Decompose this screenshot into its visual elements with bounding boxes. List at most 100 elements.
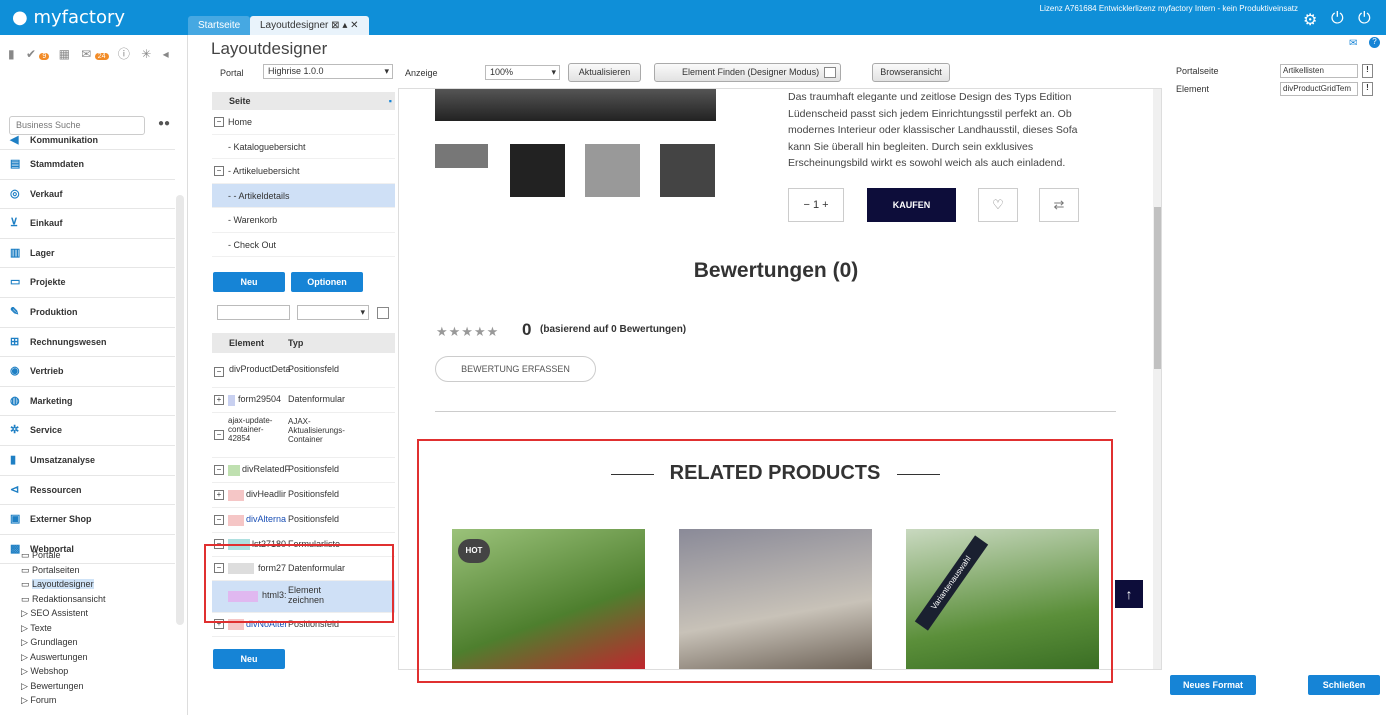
filter-select[interactable]: ▾ (297, 305, 369, 320)
submenu-auswertungen[interactable]: ▷ Auswertungen (21, 650, 181, 665)
element-finden-button[interactable]: Element Finden (Designer Modus) (654, 63, 841, 82)
portalseite-info-icon[interactable]: ! (1362, 64, 1373, 78)
tree-row[interactable]: - Kataloguebersicht (212, 135, 395, 159)
quantity-stepper[interactable]: − 1 + (788, 188, 844, 222)
chat-icon[interactable]: ✉ (81, 47, 91, 61)
sidebar-item-stammdaten[interactable]: ▤ Stammdaten (0, 150, 175, 180)
sidebar-item-kommunikation[interactable]: ◀ Kommunikation (0, 130, 175, 150)
star-icon[interactable]: ✳ (141, 47, 151, 61)
collapse-toggle[interactable]: − (214, 117, 224, 127)
collapse-toggle[interactable]: − (214, 367, 224, 377)
calendar-icon[interactable]: ▦ (59, 47, 70, 61)
expand-toggle[interactable]: + (214, 395, 224, 405)
sidebar-item-label: Projekte (30, 277, 66, 288)
tree-row[interactable]: - Check Out (212, 233, 395, 257)
gear-icon[interactable]: ⚙ (1303, 10, 1317, 30)
element-row[interactable]: − divAlterna Positionsfeld (212, 508, 395, 533)
logout-icon[interactable]: ⏻ (1358, 10, 1371, 28)
tasks-icon[interactable]: ✔ (26, 47, 36, 61)
neues-format-button[interactable]: Neues Format (1170, 675, 1256, 695)
tab-layoutdesigner[interactable]: Layoutdesigner ⊠ ▴ ✕ (250, 16, 369, 35)
tree-neu-button[interactable]: Neu (213, 272, 285, 292)
expand-toggle[interactable]: + (214, 490, 224, 500)
filter-input[interactable] (217, 305, 290, 320)
sidebar-item-service[interactable]: ✲ Service (0, 416, 175, 446)
submenu-seo[interactable]: ▷ SEO Assistent (21, 606, 181, 621)
element-row[interactable]: + divHeadlir Positionsfeld (212, 483, 395, 508)
collapse-toggle[interactable]: − (214, 515, 224, 525)
sidebar-scrollbar[interactable] (176, 195, 184, 625)
element-row[interactable]: + form29504 Datenformular (212, 388, 395, 413)
portalseite-field[interactable]: Artikellisten (1280, 64, 1358, 78)
element-row[interactable]: − ajax-update-container-42854 AJAX-Aktuali… (212, 413, 395, 458)
element-info-icon[interactable]: ! (1362, 82, 1373, 96)
tab-startseite[interactable]: Startseite (188, 16, 251, 35)
sidebar-item-externer-shop[interactable]: ▣ Externer Shop (0, 505, 175, 535)
bar-chart-icon: ▮ (10, 453, 17, 466)
heart-icon[interactable]: ♡ (978, 188, 1018, 222)
portal-select[interactable]: Highrise 1.0.0 ▾ (263, 64, 393, 79)
scroll-top-icon[interactable]: ↑ (1115, 580, 1143, 608)
product-thumb[interactable] (510, 144, 565, 197)
logo-text: myfactory (33, 7, 126, 28)
element-row[interactable]: − divRelatedF Positionsfeld (212, 458, 395, 483)
scroll-thumb[interactable] (1154, 207, 1161, 369)
schliessen-button[interactable]: Schließen (1308, 675, 1380, 695)
product-image-bedroom[interactable] (679, 529, 872, 669)
collapse-icon[interactable]: ◂ (163, 47, 169, 61)
pin-icon[interactable]: ▮ (8, 47, 15, 61)
element-field[interactable]: divProductGridTem (1280, 82, 1358, 96)
sidebar-item-marketing[interactable]: ◍ Marketing (0, 387, 175, 417)
element-row[interactable]: − divProductDeta Positionsfeld (212, 353, 395, 388)
mail-icon[interactable]: ✉ (1349, 38, 1357, 49)
submenu-forum[interactable]: ▷ Forum (21, 693, 181, 708)
app-logo[interactable]: ● myfactory (12, 7, 125, 28)
sidebar-item-rechnungswesen[interactable]: ⊞ Rechnungswesen (0, 328, 175, 358)
product-thumb[interactable] (435, 144, 488, 168)
submenu-redaktionsansicht[interactable]: ▭ Redaktionsansicht (21, 592, 181, 607)
submenu-portalseiten[interactable]: ▭ Portalseiten (21, 563, 181, 578)
submenu-bewertungen[interactable]: ▷ Bewertungen (21, 679, 181, 694)
expand-icon[interactable]: ▪ (389, 92, 392, 110)
product-thumb[interactable] (660, 144, 715, 197)
collapse-toggle[interactable]: − (214, 465, 224, 475)
sidebar-item-produktion[interactable]: ✎ Produktion (0, 298, 175, 328)
sidebar-item-lager[interactable]: ▥ Lager (0, 239, 175, 269)
submenu-texte[interactable]: ▷ Texte (21, 621, 181, 636)
kaufen-button[interactable]: KAUFEN (867, 188, 956, 222)
submenu-label: Bewertungen (30, 680, 84, 691)
portal-label: Portal (220, 68, 244, 78)
search-options-icon[interactable]: ●● (158, 118, 170, 129)
sidebar-item-ressourcen[interactable]: ⊲ Ressourcen (0, 476, 175, 506)
sidebar-item-verkauf[interactable]: ◎ Verkauf (0, 180, 175, 210)
sidebar-item-einkauf[interactable]: ⊻ Einkauf (0, 209, 175, 239)
compare-icon[interactable]: ⇄ (1039, 188, 1079, 222)
browseransicht-button[interactable]: Browseransicht (872, 63, 950, 82)
tree-row[interactable]: − Home (212, 110, 395, 135)
tree-row[interactable]: − - Artikeluebersicht (212, 159, 395, 184)
sidebar-item-vertrieb[interactable]: ◉ Vertrieb (0, 357, 175, 387)
submenu-layoutdesigner[interactable]: ▭ Layoutdesigner (21, 577, 181, 592)
tree-row[interactable]: - Warenkorb (212, 208, 395, 233)
tree-row-selected[interactable]: - - Artikeldetails (212, 183, 395, 208)
collapse-toggle[interactable]: − (214, 430, 224, 440)
submenu-webshop[interactable]: ▷ Webshop (21, 664, 181, 679)
sidebar-item-umsatzanalyse[interactable]: ▮ Umsatzanalyse (0, 446, 175, 476)
zoom-select[interactable]: 100% ▾ (485, 65, 560, 80)
aktualisieren-button[interactable]: Aktualisieren (568, 63, 641, 82)
preview-scrollbar[interactable] (1153, 89, 1161, 669)
submenu-portale[interactable]: ▭ Portale (21, 548, 181, 563)
bewertung-erfassen-button[interactable]: BEWERTUNG ERFASSEN (435, 356, 596, 382)
collapse-toggle[interactable]: − (214, 166, 224, 176)
elements-neu-button[interactable]: Neu (213, 649, 285, 669)
wrench-icon: ✎ (10, 305, 20, 318)
designer-mode-checkbox[interactable] (824, 67, 836, 78)
submenu-grundlagen[interactable]: ▷ Grundlagen (21, 635, 181, 650)
product-thumb[interactable] (585, 144, 640, 197)
optionen-button[interactable]: Optionen (291, 272, 363, 292)
power-icon[interactable]: ⏻ (1331, 10, 1344, 28)
info-icon[interactable]: ⓘ (118, 47, 130, 61)
help-icon[interactable]: ? (1369, 37, 1380, 48)
filter-checkbox[interactable] (377, 307, 389, 319)
sidebar-item-projekte[interactable]: ▭ Projekte (0, 268, 175, 298)
